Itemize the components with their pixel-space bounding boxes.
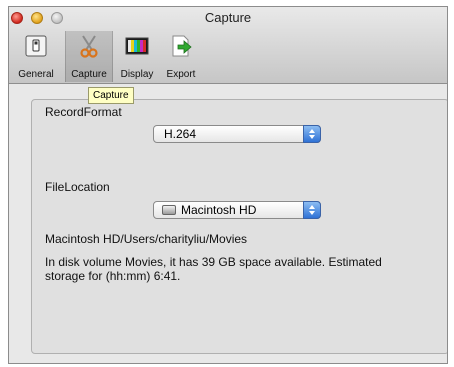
storage-info-text: In disk volume Movies, it has 39 GB spac… xyxy=(45,255,382,283)
toolbar-label-export: Export xyxy=(166,69,196,80)
toolbar-item-general[interactable]: General xyxy=(11,31,61,82)
toolbar-label-capture: Capture xyxy=(71,69,107,80)
toolbar-item-export[interactable]: Export xyxy=(160,31,202,82)
toolbar-label-general: General xyxy=(18,69,54,80)
updown-arrows-icon xyxy=(303,201,321,219)
file-location-label: FileLocation xyxy=(45,180,110,194)
file-location-select[interactable]: Macintosh HD xyxy=(153,201,321,219)
toolbar-label-display: Display xyxy=(120,69,154,80)
scissors-icon xyxy=(80,35,98,58)
window-title: Capture xyxy=(204,10,252,25)
export-arrow-icon xyxy=(172,35,192,57)
file-location-value: Macintosh HD xyxy=(181,203,257,217)
record-format-select[interactable]: H.264 xyxy=(153,125,321,143)
record-format-value: H.264 xyxy=(164,127,197,141)
switch-icon xyxy=(25,35,47,57)
toolbar-item-display[interactable]: Display xyxy=(115,31,159,82)
updown-arrows-icon xyxy=(303,125,321,143)
record-format-label: RecordFormat xyxy=(45,105,122,119)
tooltip: Capture xyxy=(88,87,134,104)
file-location-path: Macintosh HD/Users/charityliu/Movies xyxy=(45,232,248,246)
color-bars-icon xyxy=(125,37,149,55)
hard-drive-icon xyxy=(162,205,176,215)
toolbar: Capture General Capture Display Export xyxy=(9,7,447,84)
toolbar-item-capture[interactable]: Capture xyxy=(65,31,113,82)
preferences-window: Capture General Capture Display Export C… xyxy=(8,6,448,364)
